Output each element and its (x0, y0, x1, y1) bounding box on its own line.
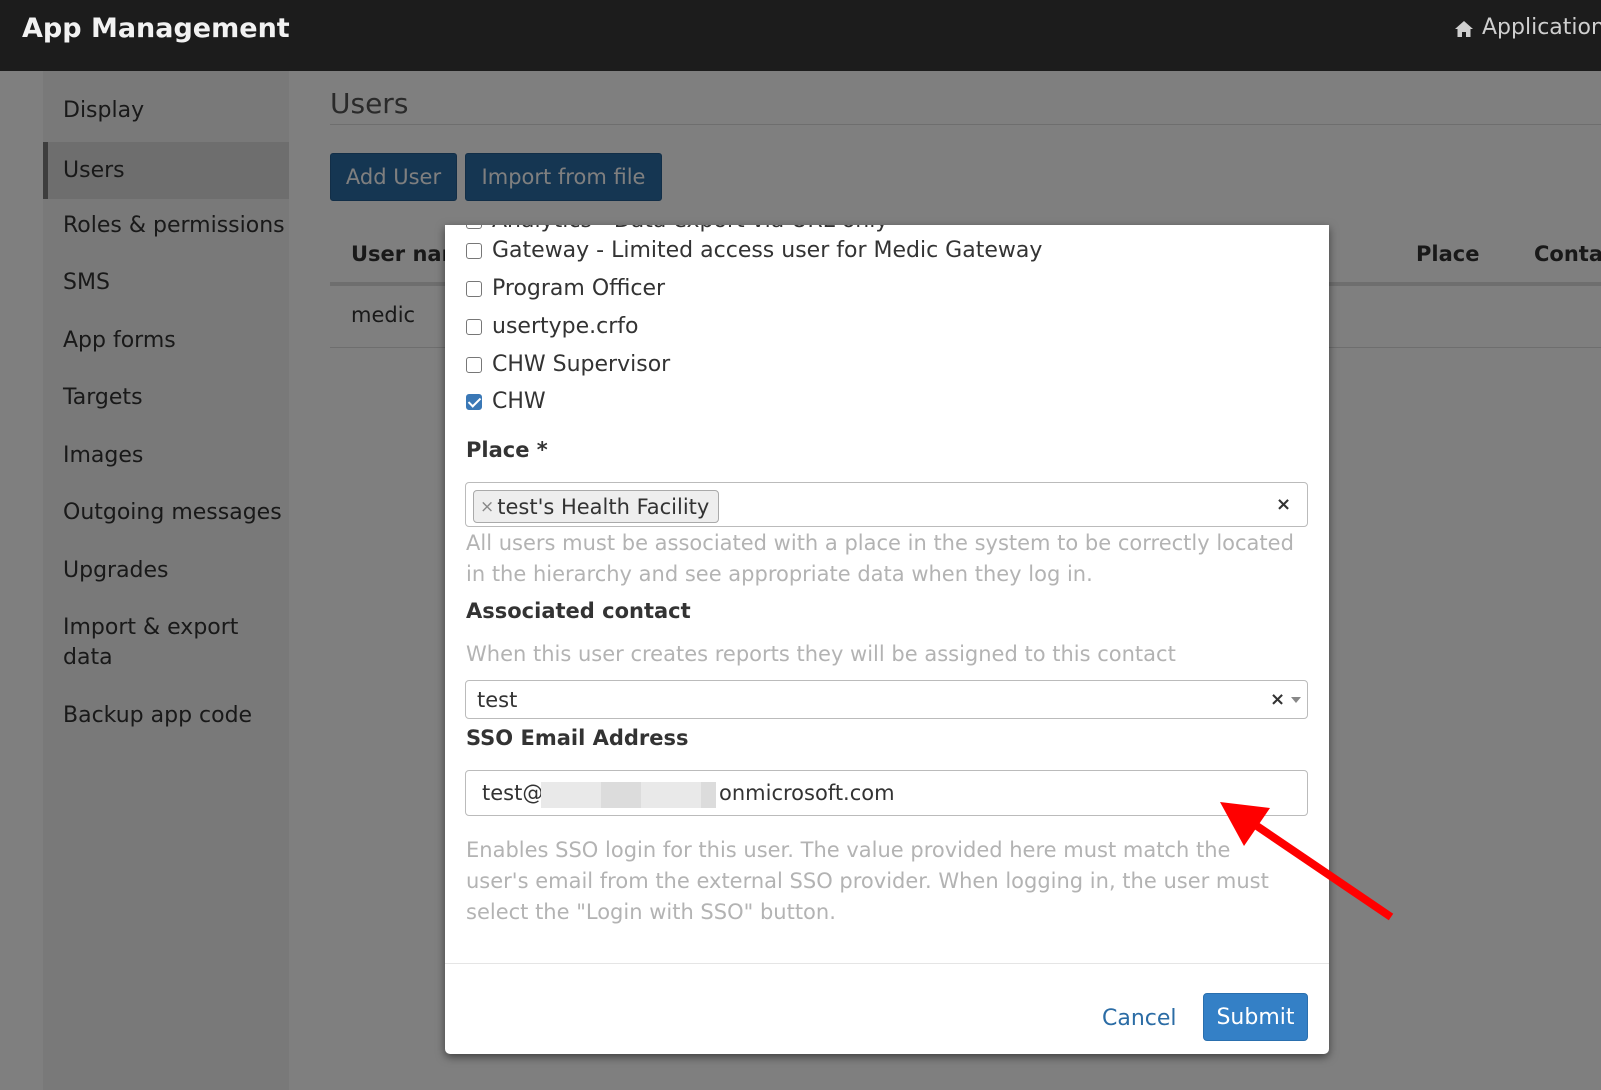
role-label: usertype.crfo (492, 314, 639, 339)
cancel-button[interactable]: Cancel (1102, 1006, 1177, 1031)
role-option[interactable]: Gateway - Limited access user for Medic … (466, 238, 1042, 263)
sso-email-help-text: Enables SSO login for this user. The val… (466, 838, 1269, 924)
top-navbar: App Management Application (0, 0, 1601, 71)
role-label: Analytics - Data export via URL only (492, 225, 888, 233)
place-chip-label: test's Health Facility (497, 494, 710, 519)
redacted-text (641, 782, 701, 808)
role-option[interactable]: usertype.crfo (466, 314, 638, 339)
role-option[interactable]: Analytics - Data export via URL only (466, 225, 888, 233)
role-checkbox[interactable] (466, 225, 482, 229)
role-option[interactable]: CHW Supervisor (466, 352, 670, 377)
associated-contact-help-text: When this user creates reports they will… (466, 642, 1176, 666)
modal-body: Analytics - Data export via URL only Gat… (445, 225, 1329, 963)
place-help-text: All users must be associated with a plac… (466, 531, 1294, 586)
role-label: CHW (492, 389, 546, 414)
role-checkbox[interactable] (466, 318, 482, 335)
app-title: App Management (22, 13, 290, 44)
application-link[interactable]: Application (1482, 15, 1601, 40)
redacted-text (601, 782, 641, 808)
redacted-text (541, 782, 601, 808)
chip-remove-icon[interactable]: × (480, 497, 494, 517)
sso-email-suffix: onmicrosoft.com (719, 781, 895, 805)
redacted-text (701, 782, 716, 808)
edit-user-modal: Analytics - Data export via URL only Gat… (445, 225, 1329, 1054)
submit-button[interactable]: Submit (1203, 993, 1308, 1041)
sso-email-prefix: test@ (482, 781, 544, 805)
clear-contact-icon[interactable]: × (1270, 689, 1285, 710)
associated-contact-select[interactable]: test × (465, 680, 1308, 719)
place-select[interactable]: × test's Health Facility × (465, 482, 1308, 527)
role-label: CHW Supervisor (492, 352, 671, 377)
home-icon (1455, 21, 1473, 37)
role-checkbox[interactable] (466, 356, 482, 373)
role-label: Program Officer (492, 276, 666, 301)
role-checkbox[interactable] (466, 280, 482, 297)
role-option[interactable]: Program Officer (466, 276, 665, 301)
role-checkbox[interactable] (466, 242, 482, 259)
role-checkbox-checked[interactable] (466, 393, 482, 410)
role-label: Gateway - Limited access user for Medic … (492, 238, 1043, 263)
place-chip: × test's Health Facility (473, 490, 720, 523)
sso-email-input[interactable]: test@ onmicrosoft.com (465, 770, 1308, 816)
chevron-down-icon[interactable] (1291, 697, 1301, 703)
associated-contact-value: test (477, 688, 518, 712)
associated-contact-label: Associated contact (466, 599, 691, 623)
clear-place-icon[interactable]: × (1276, 494, 1291, 515)
sso-email-label: SSO Email Address (466, 726, 689, 750)
place-label: Place * (466, 438, 548, 462)
role-option[interactable]: CHW (466, 389, 546, 414)
modal-footer-divider (445, 963, 1329, 964)
